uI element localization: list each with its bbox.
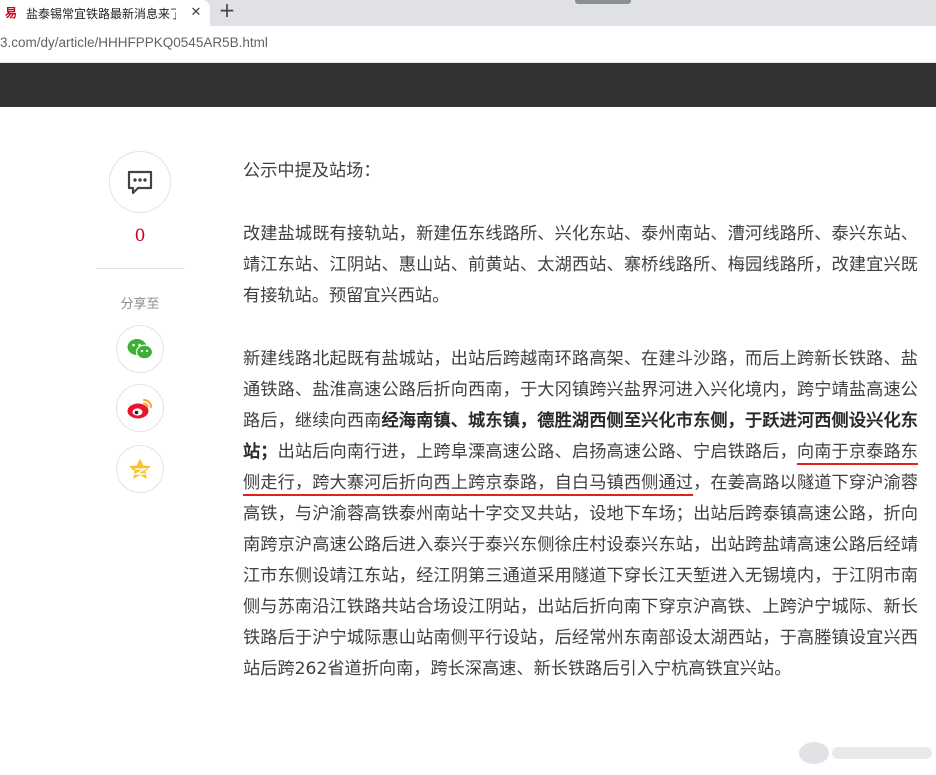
share-weibo-button[interactable] (116, 384, 164, 432)
comment-icon (127, 170, 153, 195)
share-qzone-button[interactable] (116, 445, 164, 493)
wechat-icon (127, 339, 154, 360)
site-favicon-icon: 易 (4, 6, 17, 20)
weibo-icon (127, 399, 152, 419)
window-indicator (575, 0, 631, 4)
share-wechat-button[interactable] (116, 325, 164, 373)
share-label: 分享至 (120, 297, 160, 312)
comment-count: 0 (134, 226, 146, 246)
address-bar[interactable]: 3.com/dy/article/HHHFPPKQ0545AR5B.html (0, 26, 936, 63)
new-tab-button[interactable]: + (216, 0, 238, 22)
site-header (0, 63, 936, 107)
comment-button[interactable] (109, 151, 171, 213)
article-paragraph: 公示中提及站场： (243, 161, 381, 181)
watermark-logo (799, 742, 932, 764)
article-paragraph: 新建线路北起既有盐城站，出站后跨越南环路高架、在建斗沙路，而后上跨新长铁路、盐通… (243, 344, 918, 685)
text-span: 出站后向南行进，上跨阜溧高速公路、启扬高速公路、宁启铁路后， (277, 442, 797, 462)
tab-title: 盐泰锡常宜铁路最新消息来了 (26, 6, 176, 21)
browser-tab-strip: 易 盐泰锡常宜铁路最新消息来了 ✕ + (0, 0, 936, 26)
browser-tab[interactable]: 易 盐泰锡常宜铁路最新消息来了 ✕ (0, 0, 210, 26)
text-span: ，在姜高路以隧道下穿沪渝蓉高铁，与沪渝蓉高铁泰州南站十字交叉共站，设地下车场；出… (243, 473, 918, 679)
close-icon[interactable]: ✕ (188, 5, 204, 21)
article-paragraph: 改建盐城既有接轨站，新建伍东线路所、兴化东站、泰州南站、漕河线路所、泰兴东站、靖… (243, 224, 918, 306)
article-body: 公示中提及站场： 改建盐城既有接轨站，新建伍东线路所、兴化东站、泰州南站、漕河线… (243, 156, 918, 717)
divider (96, 268, 185, 269)
qzone-icon (129, 458, 151, 479)
url-text[interactable]: 3.com/dy/article/HHHFPPKQ0545AR5B.html (0, 35, 268, 50)
